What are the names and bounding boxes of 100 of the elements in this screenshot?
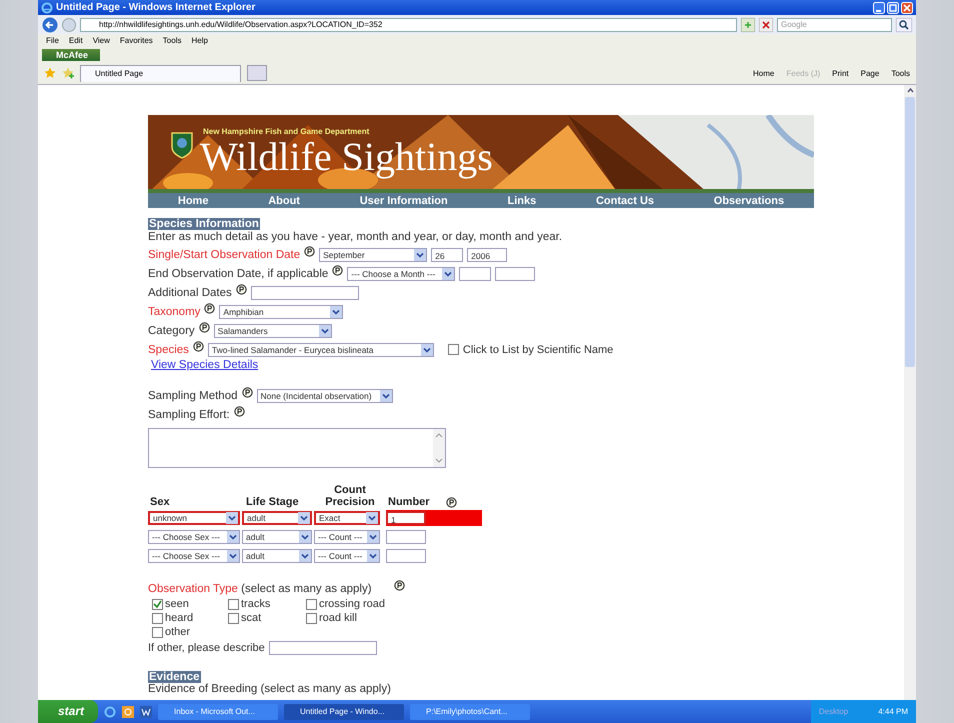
caret-icon bbox=[366, 512, 378, 524]
dropdown[interactable]: --- Choose Sex --- bbox=[148, 548, 240, 562]
nav-link[interactable]: Contact Us bbox=[596, 194, 654, 206]
intro-text: Enter as much detail as you have - year, month and year, or day, month and year. bbox=[148, 230, 564, 245]
checkbox-label[interactable]: road kill bbox=[319, 612, 357, 624]
dropdown[interactable]: Two-lined Salamander - Eurycea bislineata bbox=[208, 342, 434, 356]
nav-link[interactable]: Observations bbox=[714, 194, 784, 206]
menu-item[interactable]: Help bbox=[191, 36, 208, 45]
checkbox[interactable] bbox=[306, 612, 317, 624]
text-field[interactable] bbox=[250, 286, 359, 300]
dropdown[interactable]: September bbox=[319, 248, 428, 262]
dropdown[interactable]: adult bbox=[242, 548, 312, 562]
help-icon[interactable] bbox=[332, 265, 344, 276]
observation-type-label: Observation Type (select as many as apply) bbox=[148, 582, 372, 594]
nav-link[interactable]: Links bbox=[507, 194, 536, 206]
dropdown[interactable]: --- Count --- bbox=[314, 530, 380, 544]
checkbox[interactable] bbox=[306, 598, 317, 610]
text-field[interactable] bbox=[495, 266, 536, 280]
text-field[interactable] bbox=[268, 640, 377, 654]
nav-link[interactable]: Home bbox=[178, 194, 208, 206]
back-button[interactable] bbox=[42, 16, 58, 32]
text-field[interactable]: 26 bbox=[431, 248, 464, 262]
mail-icon[interactable] bbox=[122, 706, 134, 718]
close-button[interactable] bbox=[901, 2, 913, 14]
taskbar-button[interactable]: P:\Emily\photos\Cant... bbox=[410, 704, 530, 720]
dropdown[interactable]: --- Count --- bbox=[314, 548, 380, 562]
browser-icon[interactable] bbox=[104, 706, 116, 718]
browser-tab[interactable]: Untitled Page bbox=[80, 64, 241, 82]
command-button[interactable]: Print bbox=[832, 68, 849, 78]
stop-icon[interactable] bbox=[759, 18, 773, 32]
dropdown[interactable]: --- Choose a Month --- bbox=[347, 266, 456, 280]
checkbox[interactable] bbox=[152, 598, 163, 610]
scrollbar[interactable] bbox=[904, 85, 916, 700]
menu-item[interactable]: View bbox=[92, 36, 110, 45]
checkbox-label[interactable]: seen bbox=[165, 598, 189, 610]
checkbox[interactable] bbox=[448, 344, 459, 355]
search-icon[interactable] bbox=[896, 18, 912, 32]
checkbox-label[interactable]: heard bbox=[165, 612, 194, 624]
checkbox-label[interactable]: crossing road bbox=[319, 598, 386, 610]
help-icon[interactable] bbox=[198, 322, 210, 333]
refresh-icon[interactable] bbox=[741, 18, 755, 32]
dropdown[interactable]: --- Choose Sex --- bbox=[148, 530, 240, 544]
checkbox-label[interactable]: tracks bbox=[241, 598, 270, 610]
text-field[interactable]: 2006 bbox=[467, 248, 508, 262]
help-icon[interactable] bbox=[304, 246, 316, 257]
command-button[interactable]: Tools bbox=[891, 68, 910, 78]
text-field[interactable] bbox=[459, 266, 492, 280]
dropdown[interactable]: Amphibian bbox=[219, 304, 344, 318]
scrollbar[interactable] bbox=[433, 429, 445, 467]
field-label: Category bbox=[148, 324, 195, 336]
taskbar-button[interactable]: Inbox - Microsoft Out... bbox=[158, 704, 278, 720]
number-field[interactable] bbox=[386, 548, 426, 562]
dropdown[interactable]: unknown bbox=[148, 510, 240, 524]
command-button[interactable]: Page bbox=[860, 68, 880, 78]
document-icon[interactable] bbox=[140, 706, 152, 718]
help-icon[interactable] bbox=[234, 406, 245, 417]
text-area[interactable] bbox=[148, 428, 446, 468]
caret-icon bbox=[227, 530, 239, 542]
star-icon[interactable] bbox=[44, 67, 56, 79]
field-label: If other, please describe bbox=[148, 642, 265, 654]
help-icon[interactable] bbox=[394, 580, 405, 591]
checkbox-label[interactable]: scat bbox=[241, 612, 262, 624]
number-field[interactable]: 1 bbox=[386, 510, 426, 524]
caret-icon bbox=[227, 550, 239, 562]
caret-icon bbox=[318, 324, 331, 336]
maximize-button[interactable] bbox=[887, 2, 899, 14]
scroll-up-icon[interactable] bbox=[904, 85, 916, 95]
dropdown[interactable]: Exact bbox=[314, 510, 380, 524]
help-icon[interactable] bbox=[446, 497, 457, 508]
checkbox[interactable] bbox=[228, 612, 239, 624]
help-icon[interactable] bbox=[192, 341, 204, 352]
checkbox[interactable] bbox=[228, 598, 239, 610]
checkbox[interactable] bbox=[152, 612, 163, 624]
nav-link[interactable]: User Information bbox=[360, 194, 448, 206]
minimize-button[interactable] bbox=[873, 2, 885, 14]
menu-item[interactable]: File bbox=[46, 36, 59, 45]
dropdown[interactable]: adult bbox=[242, 530, 312, 544]
species-details-link[interactable]: View Species Details bbox=[148, 359, 258, 371]
checkbox[interactable] bbox=[152, 626, 163, 638]
address-field[interactable]: http://nhwildlifesightings.unh.edu/Wildlife/Observation.aspx?LOCATION_ID=352 bbox=[80, 18, 737, 32]
checkbox-label[interactable]: other bbox=[165, 626, 190, 638]
taskbar-button[interactable]: Untitled Page - Windo... bbox=[284, 704, 404, 720]
toolbar-button[interactable]: McAfee bbox=[42, 48, 100, 60]
dropdown[interactable]: Salamanders bbox=[214, 324, 332, 338]
add-favorite-icon[interactable] bbox=[62, 67, 74, 79]
menu-item[interactable]: Edit bbox=[68, 36, 83, 45]
field-label: End Observation Date, if applicable bbox=[148, 268, 328, 280]
field-label: Sampling Method bbox=[148, 390, 238, 402]
dropdown[interactable]: None (Incidental observation) bbox=[256, 388, 392, 402]
number-field[interactable] bbox=[386, 530, 426, 544]
help-icon[interactable] bbox=[236, 284, 247, 295]
menu-item[interactable]: Tools bbox=[162, 36, 182, 45]
checkbox-label[interactable]: Click to List by Scientific Name bbox=[462, 344, 614, 356]
start-button[interactable]: start bbox=[38, 700, 98, 723]
command-button[interactable]: Home bbox=[753, 68, 774, 78]
nav-link[interactable]: About bbox=[268, 194, 300, 206]
menu-item[interactable]: Favorites bbox=[120, 36, 153, 45]
dropdown[interactable]: adult bbox=[242, 510, 312, 524]
help-icon[interactable] bbox=[204, 303, 216, 314]
help-icon[interactable] bbox=[242, 387, 252, 398]
